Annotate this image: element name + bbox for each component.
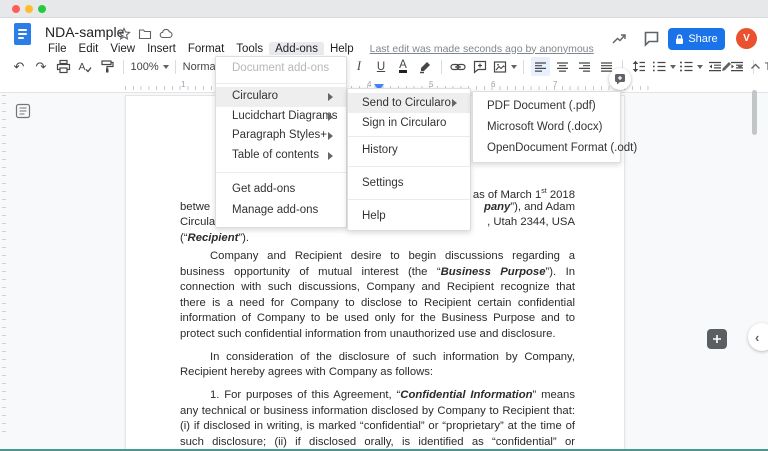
doc-line-2-right: pany”), and Adam — [484, 200, 575, 216]
line-spacing-icon[interactable] — [630, 57, 649, 76]
chevron-down-icon — [697, 65, 703, 72]
menu-item-settings[interactable]: Settings — [348, 173, 470, 193]
submenu-arrow-icon — [328, 93, 337, 101]
doc-line-4: (“Recipient”). — [180, 231, 249, 247]
chevron-down-icon — [737, 65, 743, 72]
align-center-icon[interactable] — [553, 57, 572, 76]
insights-icon[interactable] — [610, 30, 628, 48]
doc-line-2-left: betwe — [180, 200, 210, 216]
menu-divider — [348, 166, 470, 167]
addons-dropdown-menu: Document add-ons Circularo Lucidchart Di… — [215, 56, 347, 228]
cloud-status-icon[interactable] — [159, 27, 173, 41]
highlight-color-icon[interactable] — [416, 57, 435, 76]
doc-paragraph-consideration: In consideration of the disclosure of su… — [180, 350, 575, 381]
window-titlebar — [0, 0, 768, 18]
align-left-icon[interactable] — [531, 57, 550, 76]
undo-icon[interactable]: ↶ — [10, 57, 29, 76]
share-button[interactable]: Share — [668, 28, 725, 50]
last-edit-link[interactable]: Last edit was made seconds ago by anonym… — [370, 43, 594, 55]
align-right-icon[interactable] — [575, 57, 594, 76]
submenu-arrow-icon — [328, 113, 337, 121]
italic-icon[interactable]: I — [350, 57, 369, 76]
google-docs-logo[interactable] — [14, 23, 31, 45]
doc-paragraph-business-purpose: Company and Recipient desire to begin di… — [180, 249, 575, 342]
share-button-label: Share — [688, 33, 717, 45]
doc-line-3-right: , Utah 2344, USA — [487, 215, 575, 231]
menu-divider — [348, 136, 470, 137]
submenu-arrow-icon — [452, 99, 461, 107]
minimize-window-button[interactable] — [25, 5, 33, 13]
plus-bubble-icon — [711, 333, 723, 345]
vertical-ruler — [2, 95, 6, 435]
show-outline-button[interactable] — [13, 101, 33, 121]
paint-format-icon[interactable] — [98, 57, 117, 76]
menu-insert[interactable]: Insert — [141, 42, 182, 56]
menu-item-manage-addons[interactable]: Manage add-ons — [216, 200, 346, 221]
add-comment-icon[interactable] — [471, 57, 490, 76]
menu-bar: File Edit View Insert Format Tools Add-o… — [42, 41, 594, 56]
menu-item-table-of-contents[interactable]: Table of contents — [216, 146, 346, 166]
zoom-window-button[interactable] — [38, 5, 46, 13]
vertical-scrollbar[interactable] — [752, 90, 757, 135]
menu-divider — [216, 172, 346, 173]
bulleted-list-icon[interactable] — [679, 57, 703, 76]
doc-paragraph-confidential-information: 1. For purposes of this Agreement, “Conf… — [180, 388, 575, 451]
submenu-arrow-icon — [328, 152, 337, 160]
menu-item-pdf-document[interactable]: PDF Document (.pdf) — [473, 96, 620, 117]
document-title[interactable]: NDA-sample — [45, 24, 124, 40]
menu-item-opendocument-format[interactable]: OpenDocument Format (.odt) — [473, 138, 620, 159]
menu-item-paragraph-styles[interactable]: Paragraph Styles+ — [216, 126, 346, 146]
add-comment-floating-button[interactable] — [609, 68, 631, 90]
lock-icon — [675, 34, 684, 45]
menu-format[interactable]: Format — [182, 42, 230, 56]
menu-tools[interactable]: Tools — [230, 42, 269, 56]
zoom-select[interactable]: 100% — [131, 57, 169, 76]
menu-item-microsoft-word[interactable]: Microsoft Word (.docx) — [473, 117, 620, 138]
spellcheck-icon[interactable]: A — [76, 57, 95, 76]
submenu-arrow-icon — [328, 132, 337, 140]
close-window-button[interactable] — [12, 5, 20, 13]
account-avatar[interactable]: V — [736, 28, 757, 49]
comment-plus-icon — [614, 73, 626, 85]
comments-icon[interactable] — [643, 30, 661, 48]
chevron-down-icon — [511, 65, 517, 72]
numbered-list-icon[interactable] — [652, 57, 676, 76]
menu-item-document-addons: Document add-ons — [216, 57, 346, 80]
send-to-circularo-flyout: PDF Document (.pdf) Microsoft Word (.doc… — [472, 91, 621, 163]
toolbar: ↶ ↷ A 100% Normal text I U A — [0, 55, 768, 78]
menu-item-get-addons[interactable]: Get add-ons — [216, 179, 346, 200]
text-color-icon[interactable]: A — [399, 60, 407, 73]
menu-item-send-to-circularo[interactable]: Send to Circularo — [348, 93, 470, 113]
redo-icon[interactable]: ↷ — [32, 57, 51, 76]
menu-item-history[interactable]: History — [348, 140, 470, 160]
menu-item-circularo[interactable]: Circularo — [216, 87, 346, 107]
move-folder-icon[interactable] — [138, 27, 152, 41]
menu-view[interactable]: View — [104, 42, 141, 56]
doc-paragraphs: Company and Recipient desire to begin di… — [180, 249, 575, 451]
explore-button[interactable] — [707, 329, 727, 349]
menu-item-sign-in-circularo[interactable]: Sign in Circularo — [348, 113, 470, 133]
insert-image-icon[interactable] — [493, 57, 517, 76]
menu-item-help[interactable]: Help — [348, 206, 470, 226]
underline-icon[interactable]: U — [372, 57, 391, 76]
menu-divider — [216, 83, 346, 84]
print-icon[interactable] — [54, 57, 73, 76]
menu-edit[interactable]: Edit — [73, 42, 105, 56]
editing-mode-icon[interactable] — [720, 57, 743, 76]
circularo-submenu: Send to Circularo Sign in Circularo Hist… — [347, 88, 471, 231]
collapse-side-panel-button[interactable]: ‹ — [748, 323, 768, 351]
menu-file[interactable]: File — [42, 42, 73, 56]
menu-item-lucidchart[interactable]: Lucidchart Diagrams — [216, 107, 346, 127]
collapse-toolbar-icon[interactable] — [746, 57, 765, 76]
menu-help[interactable]: Help — [324, 42, 360, 56]
insert-link-icon[interactable] — [449, 57, 468, 76]
app-header: NDA-sample File Edit View Insert Format … — [0, 19, 768, 55]
menu-divider — [348, 199, 470, 200]
star-icon[interactable] — [117, 27, 131, 41]
chevron-down-icon — [670, 65, 676, 72]
chevron-down-icon — [163, 65, 169, 72]
menu-addons[interactable]: Add-ons — [269, 42, 324, 56]
